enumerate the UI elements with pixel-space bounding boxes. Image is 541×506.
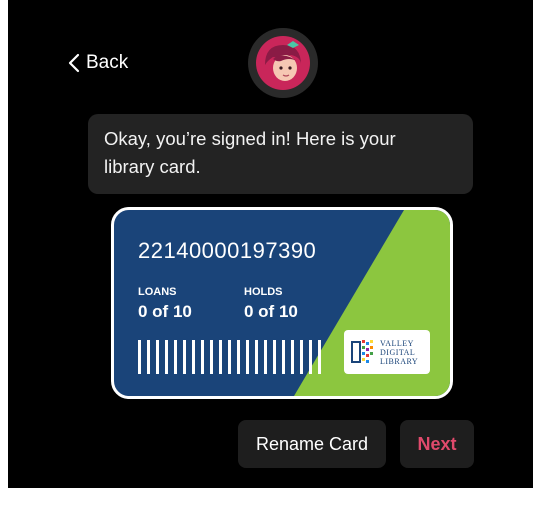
barcode-icon	[138, 340, 321, 374]
logo-line-1: VALLEY	[380, 338, 414, 348]
holds-label: HOLDS	[244, 286, 283, 298]
logo-line-3: LIBRARY	[380, 356, 419, 366]
loans-label: LOANS	[138, 286, 177, 298]
valley-digital-library-logo: VALLEY DIGITAL LIBRARY	[344, 330, 430, 374]
back-label: Back	[86, 52, 129, 73]
library-books-icon	[351, 340, 373, 363]
chevron-left-icon	[68, 53, 80, 73]
rename-card-button[interactable]: Rename Card	[238, 420, 386, 468]
back-button[interactable]: Back	[68, 50, 128, 76]
next-button[interactable]: Next	[400, 420, 474, 468]
logo-line-2: DIGITAL	[380, 347, 416, 357]
message-line-2: library card.	[104, 156, 201, 177]
card-number: 22140000197390	[138, 238, 317, 263]
app-screen: Back Okay, you’re signed in! Here is you…	[8, 0, 533, 488]
message-line-1: Okay, you’re signed in! Here is your	[104, 128, 396, 149]
loans-value: 0 of 10	[138, 302, 192, 321]
library-card: 22140000197390 LOANS 0 of 10 HOLDS 0 of …	[111, 207, 453, 399]
libby-avatar-icon	[248, 28, 318, 98]
assistant-message-bubble: Okay, you’re signed in! Here is your lib…	[88, 114, 473, 194]
holds-value: 0 of 10	[244, 302, 298, 321]
